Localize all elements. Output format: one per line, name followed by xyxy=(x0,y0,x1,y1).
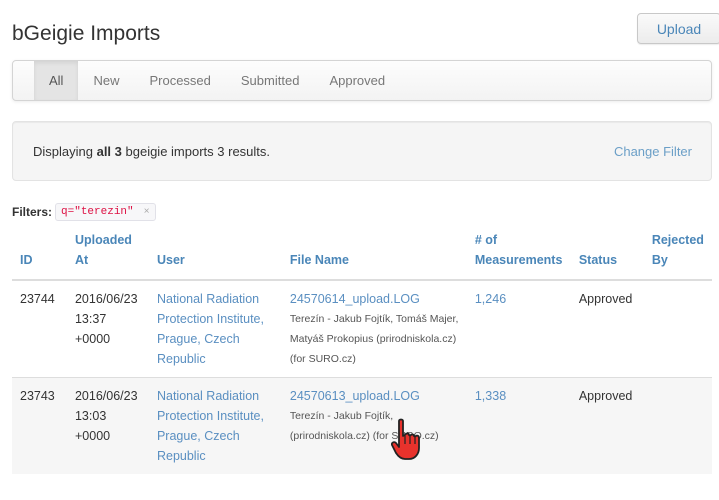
cell-user: National Radiation Protection Institute,… xyxy=(148,377,282,474)
imports-table: ID Uploaded At User File Name # of Measu… xyxy=(12,226,712,474)
cell-status: Approved xyxy=(570,279,644,378)
tab-processed[interactable]: Processed xyxy=(134,61,225,100)
remove-filter-icon[interactable]: × xyxy=(144,207,150,218)
hand-pointer-icon xyxy=(391,418,420,460)
filter-chip: q="terezin" × xyxy=(55,203,156,221)
header-file-name[interactable]: File Name xyxy=(281,226,467,281)
status-tabs: All New Processed Submitted Approved xyxy=(12,60,712,101)
measurements-link[interactable]: 1,246 xyxy=(475,292,506,306)
cell-uploaded-at: 2016/06/23 13:37 +0000 xyxy=(66,279,149,378)
summary-count: all 3 xyxy=(96,144,122,159)
results-summary: Displaying all 3 bgeigie imports 3 resul… xyxy=(33,144,270,159)
cell-measurements: 1,246 xyxy=(466,279,571,378)
summary-prefix: Displaying xyxy=(33,144,97,159)
header-uploaded-at[interactable]: Uploaded At xyxy=(66,226,149,281)
table-row: 23743 2016/06/23 13:03 +0000 National Ra… xyxy=(12,377,712,474)
filter-chip-text: q="terezin" xyxy=(61,206,134,218)
table-row: 23744 2016/06/23 13:37 +0000 National Ra… xyxy=(12,279,712,378)
header-rejected-by[interactable]: Rejected By xyxy=(643,226,712,281)
header-status[interactable]: Status xyxy=(570,226,644,281)
user-link[interactable]: National Radiation Protection Institute,… xyxy=(157,292,264,366)
page-title: bGeigie Imports xyxy=(12,22,161,45)
tab-submitted[interactable]: Submitted xyxy=(226,61,315,100)
header-id[interactable]: ID xyxy=(12,226,67,281)
file-note: Terezín - Jakub Fojtík, (prirodniskola.c… xyxy=(289,410,439,442)
file-link[interactable]: 24570613_upload.LOG xyxy=(290,389,420,403)
tab-new[interactable]: New xyxy=(78,61,134,100)
cell-id: 23744 xyxy=(12,279,67,378)
filters-label: Filters: xyxy=(12,205,53,219)
measurements-link[interactable]: 1,338 xyxy=(475,389,506,403)
user-link[interactable]: National Radiation Protection Institute,… xyxy=(157,389,264,463)
header-user[interactable]: User xyxy=(148,226,282,281)
results-summary-panel: Displaying all 3 bgeigie imports 3 resul… xyxy=(12,121,712,181)
cell-status: Approved xyxy=(570,377,644,474)
tab-all[interactable]: All xyxy=(34,61,79,100)
cell-measurements: 1,338 xyxy=(466,377,571,474)
cell-uploaded-at: 2016/06/23 13:03 +0000 xyxy=(66,377,149,474)
upload-button[interactable]: Upload xyxy=(637,13,719,44)
tab-approved[interactable]: Approved xyxy=(314,61,400,100)
table-header-row: ID Uploaded At User File Name # of Measu… xyxy=(12,226,712,281)
change-filter-link[interactable]: Change Filter xyxy=(614,144,692,159)
cell-rejected-by xyxy=(643,377,712,474)
header-measurements[interactable]: # of Measurements xyxy=(466,226,571,281)
cell-file-name: 24570614_upload.LOG Terezín - Jakub Fojt… xyxy=(281,279,467,378)
summary-suffix: bgeigie imports 3 results. xyxy=(121,144,271,159)
cell-user: National Radiation Protection Institute,… xyxy=(148,279,282,378)
cell-file-name: 24570613_upload.LOG Terezín - Jakub Fojt… xyxy=(281,377,467,474)
cell-id: 23743 xyxy=(12,377,67,474)
filters-bar: Filters: q="terezin" × xyxy=(12,203,156,221)
cell-rejected-by xyxy=(643,279,712,378)
file-note: Terezín - Jakub Fojtík, Tomáš Majer, Mat… xyxy=(289,313,459,365)
file-link[interactable]: 24570614_upload.LOG xyxy=(290,292,420,306)
